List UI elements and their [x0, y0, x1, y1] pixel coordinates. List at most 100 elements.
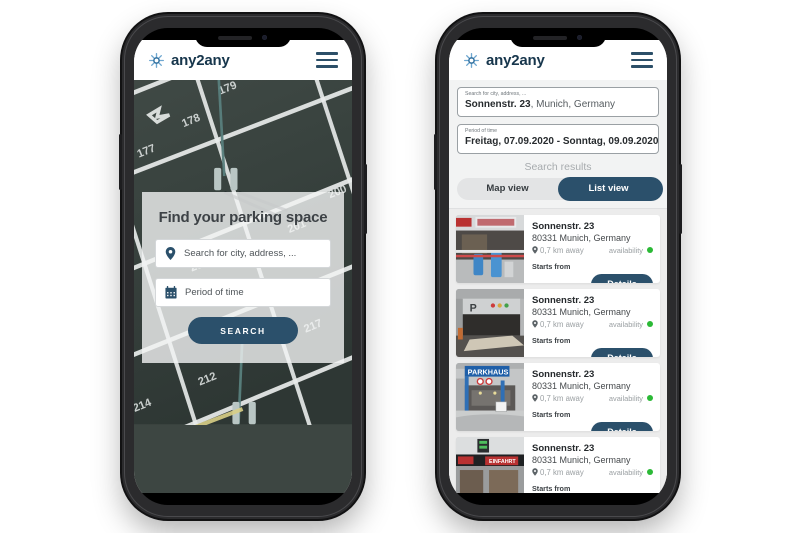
- result-card[interactable]: Sonnenstr. 23 80331 Munich, Germany 0,7: [456, 214, 660, 283]
- brand-name: any2any: [171, 51, 230, 69]
- hero-search-panel: Find your parking space Search for city,…: [142, 192, 344, 363]
- result-price: Starts from € 25: [532, 403, 570, 431]
- result-title: Sonnenstr. 23: [532, 442, 595, 454]
- result-address: 80331 Munich, Germany: [532, 455, 631, 466]
- availability-status-dot: [647, 247, 653, 254]
- earpiece-speaker: [218, 35, 253, 40]
- result-availability: availability: [609, 468, 653, 477]
- result-thumbnail: PARKHAUS: [456, 362, 524, 431]
- summary-location-street: Sonnenstr. 23: [465, 99, 531, 111]
- result-price: Starts from € 25: [532, 255, 570, 283]
- details-button[interactable]: Details: [591, 347, 653, 357]
- result-price-label: Starts from: [532, 261, 571, 271]
- result-meta: 0,7 km away availability: [532, 468, 653, 477]
- earpiece-speaker-right: [533, 35, 568, 40]
- map-pin-icon: [532, 320, 538, 328]
- result-availability: availability: [609, 320, 653, 329]
- result-price: Starts from € 25: [532, 329, 570, 357]
- result-footer: Starts from € 25 Details: [532, 403, 653, 431]
- result-meta: 0,7 km away availability: [532, 246, 653, 255]
- summary-location-value: Sonnenstr. 23, Munich, Germany: [465, 98, 651, 112]
- search-summary: Search for city, address, ... Sonnenstr.…: [449, 80, 667, 209]
- results-heading: Search results: [524, 160, 592, 173]
- result-price-label: Starts from: [532, 335, 571, 345]
- result-distance-text: 0,7 km away: [540, 245, 584, 255]
- hero-parking-lot-photo: 177 178 179 180 200 201 203 217 212 214 …: [134, 80, 352, 493]
- availability-status-dot: [647, 321, 653, 328]
- result-price: Starts from € 25: [532, 477, 570, 493]
- result-footer: Starts from € 25 Details: [532, 477, 653, 493]
- search-button[interactable]: SEARCH: [188, 317, 298, 344]
- phone-power-button-right: [679, 164, 682, 234]
- result-availability-label: availability: [608, 319, 643, 329]
- details-button[interactable]: Details: [591, 421, 653, 431]
- phone-volume-buttons-right: [434, 134, 437, 190]
- result-distance: 0,7 km away: [532, 468, 584, 477]
- result-price-value: € 25: [532, 355, 547, 357]
- tab-map-view[interactable]: Map view: [457, 178, 558, 200]
- result-thumbnail: P: [456, 288, 524, 357]
- calendar-icon: [165, 286, 177, 299]
- result-meta: 0,7 km away availability: [532, 320, 653, 329]
- result-card[interactable]: P Sonnenstr. 23 80331 Munich, Germany 0,…: [456, 288, 660, 357]
- result-distance: 0,7 km away: [532, 394, 584, 403]
- result-card[interactable]: PARKHAUS Sonnenstr. 23 80331 Munich, Ger…: [456, 362, 660, 431]
- result-card[interactable]: EINFAHRT Sonnenstr. 23 80331 Munich, Ger…: [456, 436, 660, 493]
- result-thumbnail: [456, 214, 524, 283]
- result-availability-label: availability: [608, 393, 643, 403]
- result-address: 80331 Munich, Germany: [532, 233, 631, 244]
- summary-location-label: Search for city, address, ...: [465, 91, 527, 97]
- front-camera: [262, 35, 268, 40]
- phone-volume-buttons: [119, 134, 122, 190]
- summary-period-value: Freitag, 07.09.2020 - Sonntag, 09.09.202…: [465, 135, 658, 149]
- view-toggle[interactable]: Map view List view: [457, 176, 664, 201]
- result-availability-label: availability: [608, 467, 643, 477]
- availability-status-dot: [647, 395, 653, 402]
- result-availability: availability: [609, 246, 653, 255]
- result-address: 80331 Munich, Germany: [532, 381, 631, 392]
- svg-text:P: P: [470, 302, 477, 314]
- summary-period-dates: Freitag, 07.09.2020 - Sonntag, 09.09.202…: [465, 136, 659, 148]
- map-pin-icon: [532, 394, 538, 402]
- phone-power-button: [364, 164, 367, 234]
- map-pin-icon: [532, 468, 538, 476]
- result-availability: availability: [609, 394, 653, 403]
- result-availability-label: availability: [608, 245, 643, 255]
- brand-name-right: any2any: [486, 51, 545, 69]
- summary-period-label: Period of time: [465, 127, 498, 134]
- search-period-placeholder: Period of time: [185, 287, 244, 298]
- parking-garage-barrier-photo: [456, 214, 524, 283]
- results-list[interactable]: Sonnenstr. 23 80331 Munich, Germany 0,7: [449, 208, 667, 493]
- result-price-label: Starts from: [532, 483, 571, 493]
- result-thumbnail: EINFAHRT: [456, 436, 524, 493]
- svg-text:EINFAHRT: EINFAHRT: [489, 459, 516, 465]
- result-price-label: Starts from: [532, 409, 571, 419]
- result-price-value: € 25: [532, 429, 547, 431]
- result-footer: Starts from € 25 Details: [532, 329, 653, 357]
- tab-list-view[interactable]: List view: [558, 178, 659, 200]
- screenshot-stage: any2any 177 178 179 212 214 218 Find you…: [0, 0, 800, 533]
- brand-logo[interactable]: any2any: [148, 52, 230, 69]
- hamburger-menu-icon-right[interactable]: [631, 52, 653, 68]
- summary-location-field[interactable]: Search for city, address, ... Sonnenstr.…: [457, 87, 659, 117]
- search-period-input[interactable]: Period of time: [155, 278, 331, 307]
- result-distance-text: 0,7 km away: [540, 319, 584, 329]
- summary-period-field[interactable]: Period of time Freitag, 07.09.2020 - Son…: [457, 123, 659, 154]
- result-distance-text: 0,7 km away: [540, 467, 584, 477]
- details-button[interactable]: Details: [591, 273, 653, 283]
- starburst-icon: [464, 52, 479, 68]
- result-distance-text: 0,7 km away: [540, 393, 584, 403]
- front-camera-right: [577, 35, 583, 40]
- result-title: Sonnenstr. 23: [532, 294, 595, 306]
- result-price-value: € 25: [532, 281, 547, 283]
- result-meta: 0,7 km away availability: [532, 394, 653, 403]
- left-phone-screen: any2any 177 178 179 212 214 218 Find you…: [134, 40, 352, 493]
- hero-title: Find your parking space: [158, 209, 328, 226]
- brand-logo-right[interactable]: any2any: [463, 52, 545, 69]
- hamburger-menu-icon[interactable]: [316, 52, 338, 68]
- phone-notch-right: [510, 28, 606, 47]
- parking-einfahrt-photo: EINFAHRT: [456, 436, 524, 493]
- search-location-input[interactable]: Search for city, address, ...: [155, 239, 331, 268]
- result-footer: Starts from € 25 Details: [532, 255, 653, 283]
- result-title: Sonnenstr. 23: [532, 368, 595, 380]
